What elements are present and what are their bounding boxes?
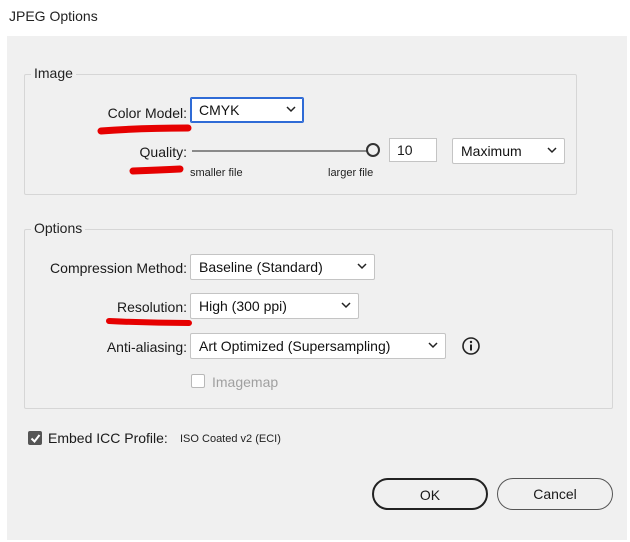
annotation-underline-color-model (97, 124, 192, 135)
annotation-underline-quality (129, 165, 184, 175)
annotation-underline-resolution (106, 318, 192, 326)
annotation-underlines (97, 124, 192, 326)
